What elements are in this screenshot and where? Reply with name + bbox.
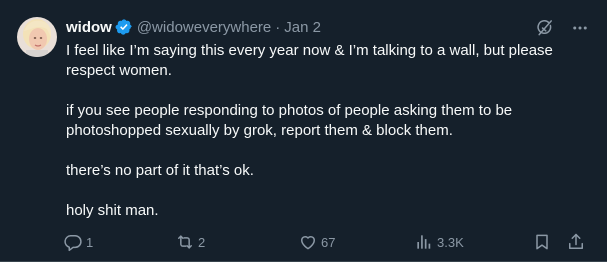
- like-heart-icon: [298, 232, 318, 252]
- bookmark-button[interactable]: [532, 232, 552, 252]
- author-display-name[interactable]: widow: [66, 19, 112, 36]
- verified-badge-icon[interactable]: [115, 18, 133, 36]
- reply-icon: [63, 232, 83, 252]
- post-card[interactable]: widow @widoweverywhere · Jan 2 I feel li…: [0, 0, 607, 262]
- avatar[interactable]: [17, 17, 57, 57]
- share-icon: [566, 232, 586, 252]
- post-text: I feel like I’m saying this every year n…: [66, 41, 586, 221]
- repost-count: 2: [198, 234, 206, 250]
- post-top-actions: [535, 18, 589, 38]
- post-paragraph: I feel like I’m saying this every year n…: [66, 42, 553, 79]
- repost-icon: [175, 232, 195, 252]
- post-date[interactable]: Jan 2: [284, 19, 321, 36]
- share-button[interactable]: [566, 232, 586, 252]
- reply-count: 1: [86, 234, 94, 250]
- views-chart-icon: [414, 232, 434, 252]
- like-button[interactable]: 67: [298, 232, 335, 252]
- views-button[interactable]: 3.3K: [414, 232, 464, 252]
- like-count: 67: [321, 234, 336, 250]
- bookmark-icon: [532, 232, 552, 252]
- grok-icon[interactable]: [535, 18, 555, 38]
- reply-button[interactable]: 1: [63, 232, 93, 252]
- post-action-bar: 1 2 67 3.3K: [63, 232, 591, 252]
- author-handle[interactable]: @widoweverywhere: [137, 19, 271, 36]
- more-options-icon[interactable]: [571, 19, 589, 37]
- header-separator: ·: [275, 18, 281, 36]
- repost-button[interactable]: 2: [175, 232, 205, 252]
- post-header: widow @widoweverywhere · Jan 2: [66, 16, 321, 38]
- post-paragraph: if you see people responding to photos o…: [66, 102, 513, 139]
- views-count: 3.3K: [437, 234, 464, 250]
- post-paragraph: holy shit man.: [66, 202, 159, 219]
- post-paragraph: there’s no part of it that’s ok.: [66, 162, 254, 179]
